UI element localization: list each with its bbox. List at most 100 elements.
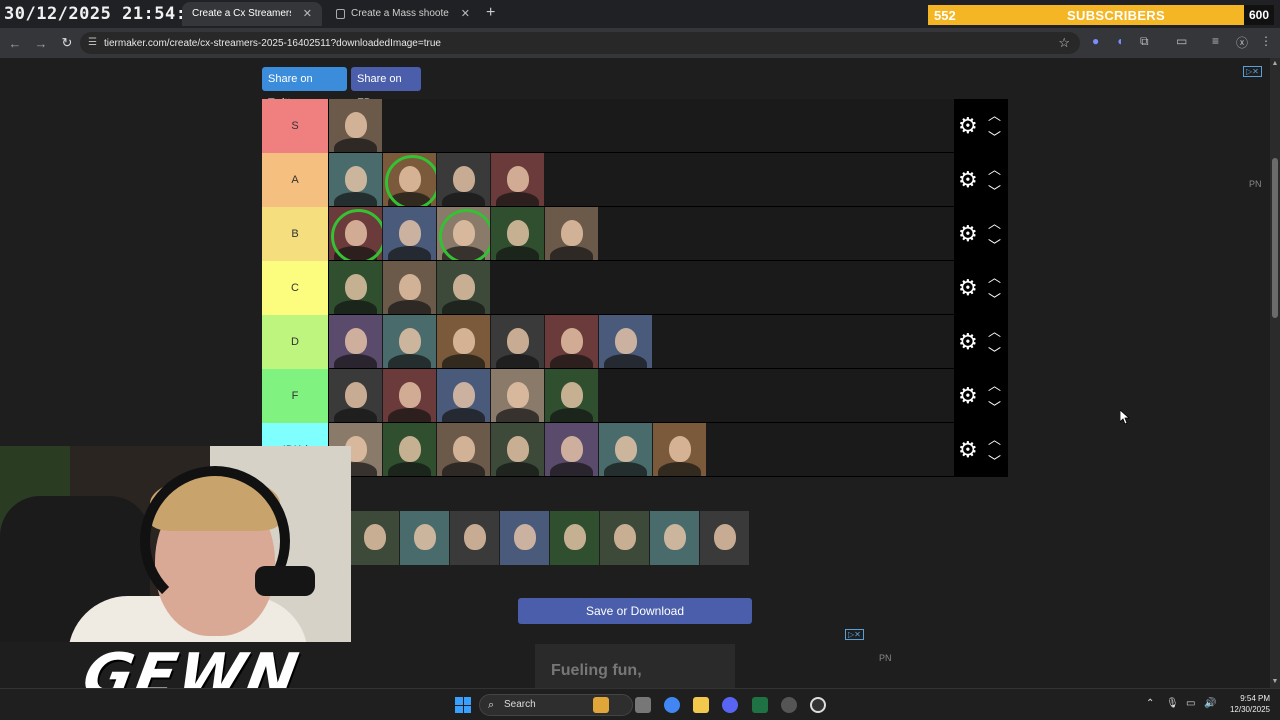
file-explorer-icon[interactable] [693,697,709,713]
chevron-up-icon[interactable]: ︿ [988,213,1001,232]
scroll-down-icon[interactable]: ▼ [1270,678,1280,685]
page-scrollbar[interactable]: ▲ ▼ [1270,58,1280,688]
tier-label[interactable]: S [262,99,329,153]
menu-icon[interactable]: ⋮ [1260,34,1272,48]
save-download-button[interactable]: Save or Download [518,598,752,624]
streamer-thumbnail[interactable] [545,207,598,260]
streamer-thumbnail[interactable] [329,99,382,152]
unranked-thumbnail[interactable] [550,511,599,565]
chevron-up-icon[interactable]: ︿ [988,105,1001,124]
streamer-thumbnail[interactable] [653,423,706,476]
unranked-thumbnail[interactable] [600,511,649,565]
streamer-thumbnail[interactable] [329,153,382,206]
clock-app-icon[interactable] [810,697,826,713]
reload-icon[interactable]: ↻ [56,35,78,51]
streamer-thumbnail[interactable] [491,315,544,368]
streamer-thumbnail[interactable] [491,207,544,260]
excel-icon[interactable] [752,697,768,713]
streamer-thumbnail[interactable] [599,315,652,368]
streamer-thumbnail[interactable] [545,423,598,476]
media-icon[interactable]: ≡ [1212,34,1219,48]
streamer-thumbnail[interactable] [437,153,490,206]
tab-mass-shooter[interactable]: Create a Mass shooter/murder ✕ [326,2,480,26]
extension-icon[interactable]: ● [1092,34,1099,48]
scroll-up-icon[interactable]: ▲ [1270,60,1280,67]
chevron-up-icon[interactable]: ︿ [988,321,1001,340]
chrome-icon[interactable] [664,697,680,713]
unranked-thumbnail[interactable] [650,511,699,565]
streamer-thumbnail[interactable] [329,315,382,368]
streamer-thumbnail[interactable] [329,261,382,314]
unranked-thumbnail[interactable] [350,511,399,565]
chevron-down-icon[interactable]: ﹀ [988,289,1001,308]
close-icon[interactable]: ✕ [303,2,312,26]
gear-icon[interactable]: ⚙ [958,223,978,245]
streamer-thumbnail[interactable] [437,261,490,314]
forward-icon[interactable]: → [30,36,52,51]
chevron-down-icon[interactable]: ﹀ [988,343,1001,362]
gear-icon[interactable]: ⚙ [958,277,978,299]
puzzle-icon[interactable]: ⧉ [1140,34,1149,49]
ad-banner[interactable]: Fueling fun, [535,644,735,688]
chevron-up-icon[interactable]: ︿ [988,267,1001,286]
streamer-thumbnail[interactable] [437,369,490,422]
gear-icon[interactable]: ⚙ [958,115,978,137]
streamer-thumbnail[interactable] [491,369,544,422]
streamer-thumbnail[interactable] [599,423,652,476]
streamer-thumbnail[interactable] [437,423,490,476]
gear-icon[interactable]: ⚙ [958,331,978,353]
streamer-thumbnail[interactable] [491,153,544,206]
unranked-thumbnail[interactable] [450,511,499,565]
discord-icon[interactable] [722,697,738,713]
share-twitter-button[interactable]: Share on Twitter [262,67,347,109]
chevron-down-icon[interactable]: ﹀ [988,235,1001,254]
ad-choices-icon[interactable]: ▷✕ [845,629,864,640]
extension-audio-icon[interactable]: ◖ [1116,34,1123,48]
scrollbar-thumb[interactable] [1272,158,1278,318]
streamer-thumbnail[interactable] [383,369,436,422]
chevron-up-icon[interactable]: ︿ [988,375,1001,394]
tier-label[interactable]: F [262,369,329,423]
chevron-down-icon[interactable]: ﹀ [988,397,1001,416]
unranked-thumbnail[interactable] [700,511,749,565]
streamer-thumbnail[interactable] [329,369,382,422]
tier-label[interactable]: C [262,261,329,315]
chevron-down-icon[interactable]: ﹀ [988,451,1001,470]
streamer-thumbnail[interactable] [383,153,436,206]
ad-choices-icon[interactable]: ▷✕ [1243,66,1262,77]
site-info-icon[interactable]: ☰ [88,37,97,48]
share-fb-button[interactable]: Share on FB [351,67,421,109]
streamer-thumbnail[interactable] [545,369,598,422]
gear-icon[interactable]: ⚙ [958,439,978,461]
streamer-thumbnail[interactable] [383,207,436,260]
bookmark-star-icon[interactable]: ☆ [1058,35,1070,51]
gear-icon[interactable]: ⚙ [958,385,978,407]
task-view-icon[interactable] [635,697,651,713]
system-clock[interactable]: 9:54 PM 12/30/2025 [1222,693,1270,715]
microphone-icon[interactable]: 🎙 [1166,698,1179,709]
streamer-thumbnail[interactable] [383,261,436,314]
gear-icon[interactable]: ⚙ [958,169,978,191]
widget-icon[interactable] [593,697,609,713]
network-icon[interactable]: ▭ [1186,698,1195,709]
volume-icon[interactable]: 🔊 [1204,698,1216,709]
tier-label[interactable]: A [262,153,329,207]
cast-icon[interactable]: ▭ [1176,34,1187,48]
chevron-up-icon[interactable]: ︿ [988,159,1001,178]
tier-label[interactable]: B [262,207,329,261]
back-icon[interactable]: ← [4,36,26,51]
tray-chevron-icon[interactable]: ⌃ [1146,698,1154,709]
streamer-thumbnail[interactable] [437,315,490,368]
streamer-thumbnail[interactable] [383,423,436,476]
taskbar-search[interactable]: ⌕ Search [479,694,633,716]
chevron-down-icon[interactable]: ﹀ [988,181,1001,200]
tier-label[interactable]: D [262,315,329,369]
windows-start-icon[interactable] [455,697,471,713]
new-tab-icon[interactable]: + [486,4,495,22]
close-icon[interactable]: ✕ [461,2,470,26]
streamer-thumbnail[interactable] [437,207,490,260]
app-icon[interactable] [781,697,797,713]
chevron-down-icon[interactable]: ﹀ [988,127,1001,146]
chevron-up-icon[interactable]: ︿ [988,429,1001,448]
tab-tiermaker[interactable]: Create a Cx Streamers 2025 Tie ✕ [182,2,322,26]
